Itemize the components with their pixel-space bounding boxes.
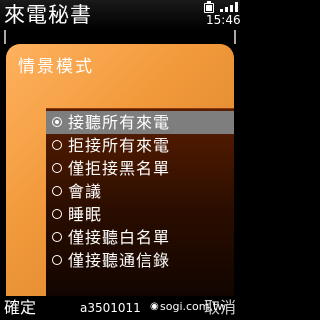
frame-left-rule <box>4 30 6 44</box>
panel-title: 情景模式 <box>18 57 94 77</box>
radio-icon[interactable] <box>52 232 62 242</box>
option-label: 拒接所有來電 <box>68 136 171 155</box>
option-label: 睡眠 <box>68 205 103 224</box>
mode-option-contacts[interactable]: 僅接聽通信錄 <box>46 249 234 272</box>
frame-right-rule <box>234 30 236 44</box>
center-softkey-label: a3501011 <box>80 301 141 315</box>
mode-option-reject-blacklist[interactable]: 僅拒接黑名單 <box>46 157 234 180</box>
mode-option-reject-all[interactable]: 拒接所有來電 <box>46 134 234 157</box>
option-label: 接聽所有來電 <box>68 113 171 132</box>
radio-icon[interactable] <box>52 255 62 265</box>
title-bar: 來電秘書 15:46 <box>0 0 241 30</box>
watermark-text: sogi.com.tw <box>160 300 227 313</box>
radio-icon[interactable] <box>52 186 62 196</box>
option-label: 僅接聽通信錄 <box>68 251 171 270</box>
settings-panel: 情景模式 接聽所有來電 拒接所有來電 僅拒接黑名單 會議 睡眠 僅接聽白名單 僅 <box>6 44 234 297</box>
radio-selected-icon[interactable] <box>52 117 62 127</box>
option-label: 僅拒接黑名單 <box>68 159 171 178</box>
mode-option-meeting[interactable]: 會議 <box>46 180 234 203</box>
signal-icon <box>216 2 238 12</box>
battery-icon <box>204 1 214 13</box>
option-label: 會議 <box>68 182 103 201</box>
mode-selection-list[interactable]: 接聽所有來電 拒接所有來電 僅拒接黑名單 會議 睡眠 僅接聽白名單 僅接聽通信錄 <box>46 108 234 297</box>
radio-icon[interactable] <box>52 140 62 150</box>
mode-option-whitelist[interactable]: 僅接聽白名單 <box>46 226 234 249</box>
sogi-logo-icon: ◉ <box>150 301 159 312</box>
clock: 15:46 <box>206 13 241 27</box>
radio-icon[interactable] <box>52 209 62 219</box>
option-label: 僅接聽白名單 <box>68 228 171 247</box>
mode-option-answer-all[interactable]: 接聽所有來電 <box>46 111 234 134</box>
radio-icon[interactable] <box>52 163 62 173</box>
confirm-softkey[interactable]: 確定 <box>4 298 36 318</box>
mode-option-sleep[interactable]: 睡眠 <box>46 203 234 226</box>
app-title: 來電秘書 <box>4 3 92 27</box>
